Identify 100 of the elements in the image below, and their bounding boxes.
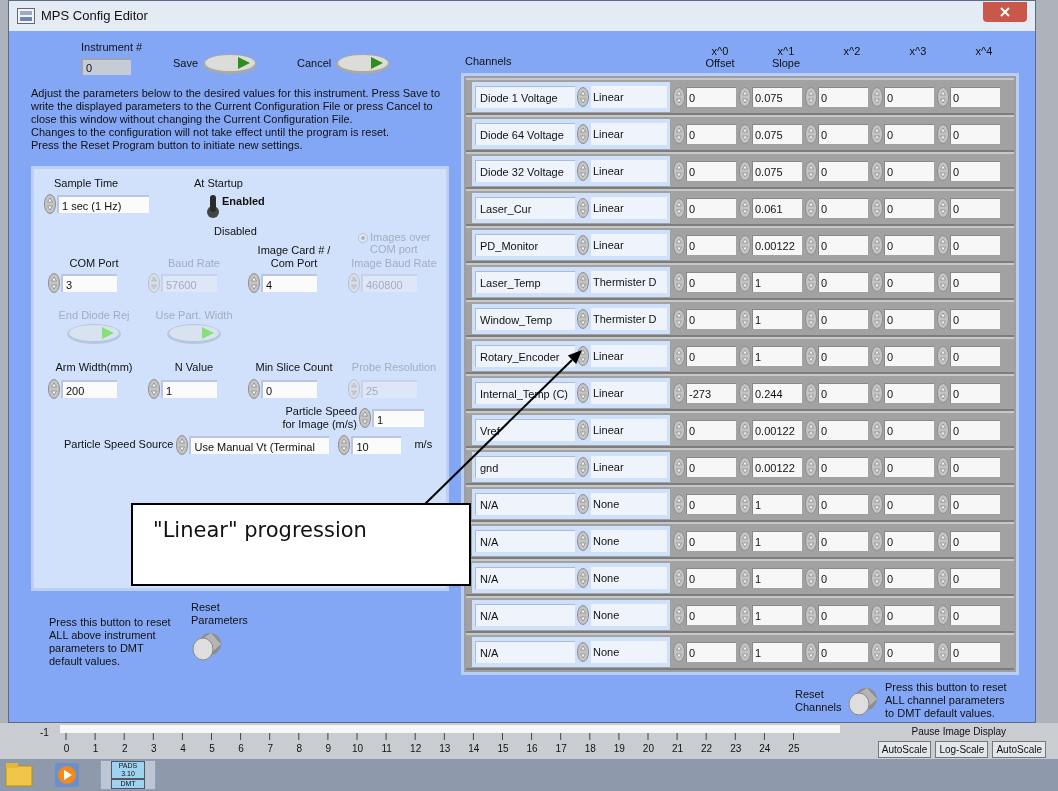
number-field[interactable]: 4 — [261, 273, 317, 292]
scale-button[interactable]: AutoScale — [992, 741, 1046, 758]
channel-name-field[interactable]: N/A — [475, 529, 575, 552]
coefficient-field[interactable]: 0 — [818, 419, 868, 440]
coefficient-field[interactable]: 1 — [752, 308, 802, 329]
coefficient-field[interactable]: 0 — [950, 234, 1000, 255]
coefficient-field[interactable]: 0 — [686, 308, 736, 329]
coefficient-field[interactable]: 0 — [686, 271, 736, 292]
coefficient-field[interactable]: 0 — [884, 419, 934, 440]
coefficient-field[interactable]: 0 — [818, 493, 868, 514]
number-field[interactable]: 0 — [261, 379, 317, 398]
coefficient-field[interactable]: 0 — [950, 567, 1000, 588]
coefficient-field[interactable]: 0 — [884, 271, 934, 292]
coefficient-field[interactable]: 0 — [686, 123, 736, 144]
coefficient-field[interactable]: 0.075 — [752, 160, 802, 181]
coefficient-field[interactable]: 0 — [818, 86, 868, 107]
channel-name-field[interactable]: Diode 1 Voltage — [475, 85, 575, 108]
coefficient-field[interactable]: 0.061 — [752, 197, 802, 218]
coefficient-field[interactable]: 0.075 — [752, 86, 802, 107]
media-player-icon[interactable] — [52, 761, 82, 790]
coefficient-field[interactable]: 0 — [884, 567, 934, 588]
coefficient-field[interactable]: 0 — [818, 271, 868, 292]
coefficient-field[interactable]: 0 — [884, 234, 934, 255]
coefficient-field[interactable]: 0 — [884, 493, 934, 514]
coefficient-field[interactable]: 0 — [950, 271, 1000, 292]
coefficient-field[interactable]: 0 — [884, 530, 934, 551]
coefficient-field[interactable]: 0 — [686, 160, 736, 181]
coefficient-field[interactable]: 0 — [686, 604, 736, 625]
coefficient-field[interactable]: 1 — [752, 567, 802, 588]
coefficient-field[interactable]: 1 — [752, 345, 802, 366]
coefficient-field[interactable]: 0 — [950, 604, 1000, 625]
coefficient-field[interactable]: 1 — [752, 530, 802, 551]
coefficient-field[interactable]: 0 — [950, 419, 1000, 440]
type-field[interactable]: Linear — [591, 418, 667, 441]
channel-name-field[interactable]: N/A — [475, 603, 575, 626]
toggle-button[interactable] — [166, 323, 222, 345]
coefficient-field[interactable]: 0 — [818, 345, 868, 366]
coefficient-field[interactable]: -273 — [686, 382, 736, 403]
coefficient-field[interactable]: 0 — [686, 86, 736, 107]
coefficient-field[interactable]: 0 — [884, 308, 934, 329]
type-field[interactable]: Linear — [591, 122, 667, 145]
coefficient-field[interactable]: 0 — [950, 493, 1000, 514]
cancel-button[interactable] — [335, 52, 392, 75]
type-field[interactable]: Linear — [591, 196, 667, 219]
coefficient-field[interactable]: 0 — [950, 382, 1000, 403]
reset-button[interactable] — [191, 630, 223, 661]
channel-name-field[interactable]: PD_Monitor — [475, 233, 575, 256]
coefficient-field[interactable]: 1 — [752, 641, 802, 662]
coefficient-field[interactable]: 0.00122 — [752, 456, 802, 477]
coefficient-field[interactable]: 0 — [818, 641, 868, 662]
channel-name-field[interactable]: Window_Temp — [475, 307, 575, 330]
type-field[interactable]: Linear — [591, 381, 667, 404]
channel-name-field[interactable]: Laser_Temp — [475, 270, 575, 293]
coefficient-field[interactable]: 0 — [686, 456, 736, 477]
number-field[interactable]: 1 — [372, 408, 424, 427]
type-field[interactable]: Thermister D — [591, 270, 667, 293]
type-field[interactable]: Thermister D — [591, 307, 667, 330]
coefficient-field[interactable]: 0 — [686, 234, 736, 255]
coefficient-field[interactable]: 0 — [950, 86, 1000, 107]
channel-name-field[interactable]: gnd — [475, 455, 575, 478]
coefficient-field[interactable]: 0 — [884, 86, 934, 107]
coefficient-field[interactable]: 0 — [818, 123, 868, 144]
coefficient-field[interactable]: 0 — [686, 345, 736, 366]
coefficient-field[interactable]: 0.075 — [752, 123, 802, 144]
dropdown-field[interactable]: Use Manual Vt (Terminal — [189, 435, 330, 454]
coefficient-field[interactable]: 0 — [686, 567, 736, 588]
save-button[interactable] — [202, 52, 259, 75]
coefficient-field[interactable]: 0 — [818, 530, 868, 551]
type-field[interactable]: Linear — [591, 233, 667, 256]
number-field[interactable]: 1 — [161, 379, 217, 398]
scale-button[interactable]: AutoScale — [877, 741, 932, 758]
channel-name-field[interactable]: Diode 64 Voltage — [475, 122, 575, 145]
coefficient-field[interactable]: 0 — [686, 419, 736, 440]
type-field[interactable]: None — [591, 603, 667, 626]
coefficient-field[interactable]: 0 — [884, 641, 934, 662]
number-field[interactable]: 200 — [61, 379, 117, 398]
coefficient-field[interactable]: 1 — [752, 271, 802, 292]
reset-button[interactable] — [847, 685, 879, 716]
coefficient-field[interactable]: 0 — [686, 197, 736, 218]
toggle-button[interactable] — [66, 323, 122, 345]
coefficient-field[interactable]: 0 — [686, 641, 736, 662]
channel-name-field[interactable]: N/A — [475, 640, 575, 663]
coefficient-field[interactable]: 0 — [950, 530, 1000, 551]
channel-name-field[interactable]: Laser_Cur — [475, 196, 575, 219]
number-field[interactable]: 3 — [61, 273, 117, 292]
coefficient-field[interactable]: 0 — [818, 567, 868, 588]
coefficient-field[interactable]: 0 — [884, 456, 934, 477]
toggle-switch[interactable] — [206, 193, 220, 219]
channel-name-field[interactable]: N/A — [475, 492, 575, 515]
scale-button[interactable]: Log-Scale — [935, 741, 989, 758]
coefficient-field[interactable]: 0 — [884, 382, 934, 403]
coefficient-field[interactable]: 0 — [818, 604, 868, 625]
sample-time-field[interactable]: 1 sec (1 Hz) — [57, 195, 149, 213]
coefficient-field[interactable]: 0 — [818, 382, 868, 403]
type-field[interactable]: None — [591, 492, 667, 515]
type-field[interactable]: Linear — [591, 344, 667, 367]
coefficient-field[interactable]: 0 — [950, 456, 1000, 477]
number-field[interactable]: 10 — [351, 435, 402, 454]
coefficient-field[interactable]: 0 — [884, 123, 934, 144]
type-field[interactable]: None — [591, 640, 667, 663]
